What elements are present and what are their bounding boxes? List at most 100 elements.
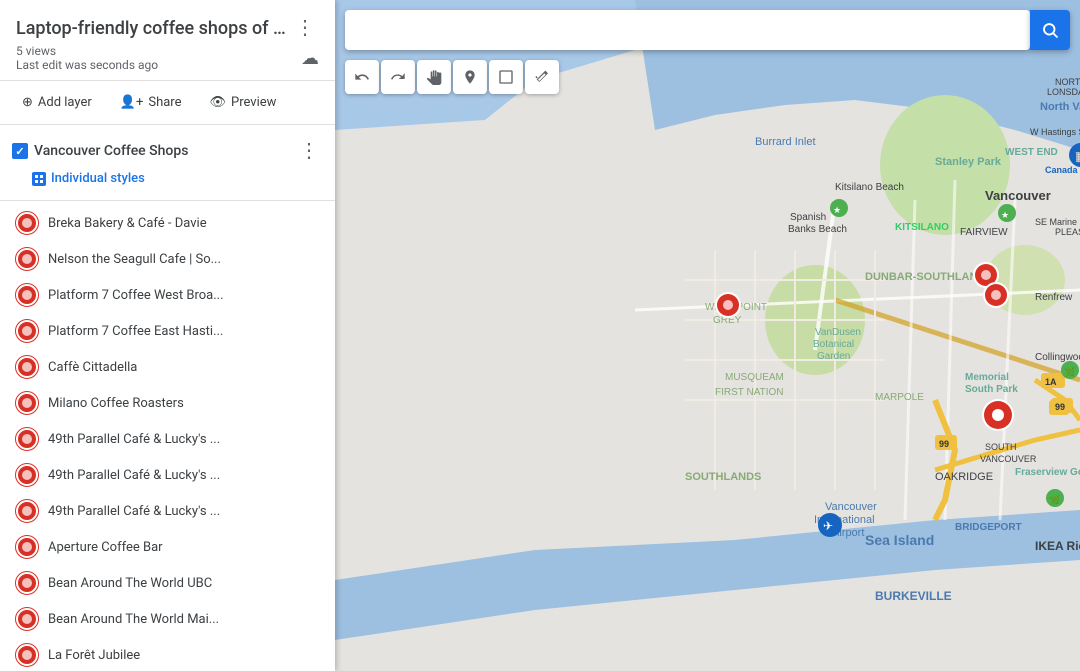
sidebar-meta: 5 views Last edit was seconds ago ☁ [16, 44, 319, 72]
search-button[interactable] [1030, 10, 1070, 50]
svg-text:Fraserview Golf Course: Fraserview Golf Course [1015, 467, 1080, 478]
svg-text:KITSILANO: KITSILANO [895, 222, 949, 233]
individual-styles-row[interactable]: Individual styles [0, 169, 335, 192]
search-input[interactable] [345, 10, 1030, 50]
place-pin-icon [16, 356, 38, 378]
map-toolbar [335, 10, 1080, 50]
sidebar-actions: ⊕ Add layer 👤+ Share 👁 Preview [0, 81, 335, 125]
svg-text:VanDusen: VanDusen [815, 327, 861, 338]
undo-button[interactable] [345, 60, 379, 94]
list-item[interactable]: Breka Bakery & Café - Davie [0, 205, 335, 241]
last-edit: Last edit was seconds ago [16, 58, 158, 72]
place-name: Bean Around The World Mai... [48, 612, 219, 627]
place-pin-icon [16, 248, 38, 270]
svg-text:VANCOUVER: VANCOUVER [980, 454, 1037, 464]
place-pin-icon [16, 320, 38, 342]
svg-text:Banks Beach: Banks Beach [788, 224, 847, 235]
layer-menu-button[interactable]: ⋮ [295, 139, 323, 163]
title-menu-button[interactable]: ⋮ [291, 16, 319, 40]
share-button[interactable]: 👤+ Share [110, 89, 192, 116]
place-name: Milano Coffee Roasters [48, 396, 184, 411]
svg-text:SOUTHLANDS: SOUTHLANDS [685, 471, 761, 483]
cloud-icon: ☁ [301, 48, 319, 69]
map-area: DUNBAR-SOUTHLANDS MARPOLE MUSQUEAM FIRST… [335, 0, 1080, 671]
sidebar: Laptop-friendly coffee shops of V... ⋮ 5… [0, 0, 335, 671]
place-pin-icon [16, 572, 38, 594]
svg-text:🌿: 🌿 [1049, 494, 1060, 505]
map-title: Laptop-friendly coffee shops of V... [16, 18, 286, 39]
preview-icon: 👁 [209, 95, 226, 110]
svg-text:PLEASANT: PLEASANT [1055, 227, 1080, 237]
view-count: 5 views [16, 44, 56, 58]
preview-button[interactable]: 👁 Preview [199, 89, 286, 116]
map-pin[interactable] [715, 292, 741, 318]
map-pin-selected[interactable] [982, 399, 1014, 431]
place-pin-icon [16, 644, 38, 666]
svg-text:★: ★ [833, 205, 841, 215]
svg-text:🏢: 🏢 [1075, 151, 1080, 163]
svg-text:FIRST NATION: FIRST NATION [715, 387, 784, 398]
map-pin[interactable] [983, 282, 1009, 308]
place-name: Caffè Cittadella [48, 360, 137, 375]
redo-button[interactable] [381, 60, 415, 94]
svg-text:Kitsilano Beach: Kitsilano Beach [835, 182, 904, 193]
list-item[interactable]: Platform 7 Coffee West Broa... [0, 277, 335, 313]
map-background: DUNBAR-SOUTHLANDS MARPOLE MUSQUEAM FIRST… [335, 0, 1080, 671]
map-tools [345, 60, 559, 94]
list-item[interactable]: 49th Parallel Café & Lucky's ... [0, 493, 335, 529]
shape-button[interactable] [489, 60, 523, 94]
place-name: Breka Bakery & Café - Davie [48, 216, 207, 231]
list-item[interactable]: Caffè Cittadella [0, 349, 335, 385]
svg-text:Vancouver: Vancouver [985, 188, 1051, 203]
place-name: La Forêt Jubilee [48, 648, 140, 663]
svg-text:Vancouver: Vancouver [825, 501, 877, 513]
list-item[interactable]: 49th Parallel Café & Lucky's ... [0, 421, 335, 457]
svg-text:SE Marine Dr: SE Marine Dr [1035, 217, 1080, 227]
svg-text:Memorial: Memorial [965, 372, 1009, 383]
layer-header: Vancouver Coffee Shops ⋮ [0, 133, 335, 169]
place-name: Nelson the Seagull Cafe | So... [48, 252, 221, 267]
svg-text:MUSQUEAM: MUSQUEAM [725, 372, 784, 383]
share-icon: 👤+ [120, 95, 144, 110]
places-list: Breka Bakery & Café - Davie Nelson the Se… [0, 201, 335, 671]
individual-styles-label: Individual styles [51, 171, 145, 186]
list-item[interactable]: Bean Around The World UBC [0, 565, 335, 601]
svg-text:LONSDALE: LONSDALE [1047, 87, 1080, 97]
svg-text:★: ★ [1001, 210, 1009, 220]
list-item[interactable]: Milano Coffee Roasters [0, 385, 335, 421]
svg-text:Burrard Inlet: Burrard Inlet [755, 136, 816, 148]
svg-text:SOUTH: SOUTH [985, 442, 1017, 452]
place-pin-icon [16, 284, 38, 306]
marker-button[interactable] [453, 60, 487, 94]
svg-text:99: 99 [939, 439, 949, 449]
place-pin-icon [16, 500, 38, 522]
place-pin-icon [16, 536, 38, 558]
layer-checkbox[interactable] [12, 143, 28, 159]
place-name: 49th Parallel Café & Lucky's ... [48, 432, 220, 447]
place-pin-icon [16, 428, 38, 450]
list-item[interactable]: Aperture Coffee Bar [0, 529, 335, 565]
pan-button[interactable] [417, 60, 451, 94]
list-item[interactable]: Bean Around The World Mai... [0, 601, 335, 637]
layer-title: Vancouver Coffee Shops [34, 143, 188, 159]
list-item[interactable]: La Forêt Jubilee [0, 637, 335, 671]
svg-text:South Park: South Park [965, 384, 1018, 395]
svg-text:Botanical: Botanical [813, 339, 854, 350]
place-pin-icon [16, 608, 38, 630]
layer-section: Vancouver Coffee Shops ⋮ Individual styl… [0, 125, 335, 201]
svg-text:Renfrew: Renfrew [1035, 292, 1073, 303]
svg-text:FAIRVIEW: FAIRVIEW [960, 227, 1008, 238]
add-layer-button[interactable]: ⊕ Add layer [12, 89, 102, 116]
place-pin-icon [16, 392, 38, 414]
svg-text:Garden: Garden [817, 351, 850, 362]
svg-text:1A: 1A [1045, 377, 1057, 387]
list-item[interactable]: Nelson the Seagull Cafe | So... [0, 241, 335, 277]
add-layer-icon: ⊕ [22, 95, 33, 110]
list-item[interactable]: 49th Parallel Café & Lucky's ... [0, 457, 335, 493]
ruler-button[interactable] [525, 60, 559, 94]
sidebar-header: Laptop-friendly coffee shops of V... ⋮ 5… [0, 0, 335, 81]
list-item[interactable]: Platform 7 Coffee East Hasti... [0, 313, 335, 349]
place-pin-icon [16, 212, 38, 234]
svg-text:W Hastings St: W Hastings St [1030, 127, 1080, 137]
place-name: Aperture Coffee Bar [48, 540, 163, 555]
